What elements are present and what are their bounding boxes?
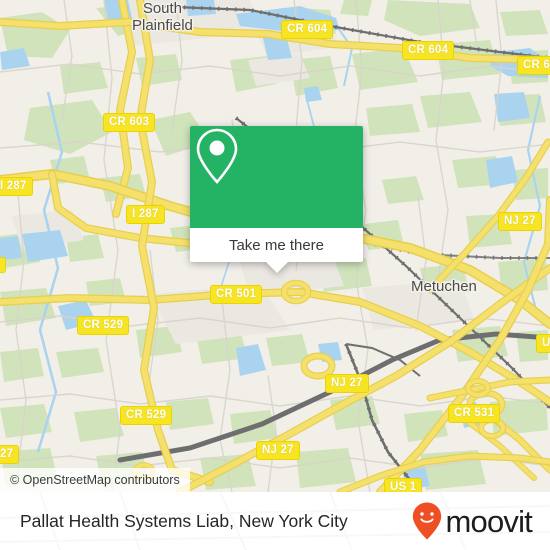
page-title: Pallat Health Systems Liab, New York Cit…	[20, 510, 348, 531]
map-pin-icon	[196, 128, 238, 184]
road-shield-blank	[0, 257, 6, 273]
road-shield-27-left: 27	[0, 445, 20, 464]
road-shield-i-287-1: I 287	[0, 177, 33, 196]
road-shield-cr-604-1: CR 604	[281, 20, 334, 39]
moovit-wordmark: moovit	[445, 503, 532, 539]
attribution-text: © OpenStreetMap contributors	[10, 473, 180, 487]
road-shield-cr-531: CR 531	[448, 404, 501, 423]
road-shield-nj-27-2: NJ 27	[325, 374, 369, 393]
road-shield-us-1: US 1	[384, 478, 423, 492]
take-me-there-button[interactable]: Take me there	[190, 228, 363, 262]
popup-pin-area	[190, 126, 363, 228]
take-me-there-label: Take me there	[228, 236, 325, 254]
road-shield-cr-529-2: CR 529	[120, 406, 173, 425]
destination-popup-card[interactable]: Take me there	[190, 126, 363, 273]
footer-bar: Pallat Health Systems Liab, New York Cit…	[0, 492, 550, 550]
road-shield-nj-27-3: NJ 27	[256, 441, 300, 460]
moovit-pin-icon	[413, 502, 442, 540]
moovit-logo[interactable]: moovit	[412, 502, 533, 540]
place-label-metuchen: Metuchen	[411, 278, 477, 295]
road-shield-cr-501: CR 501	[210, 285, 263, 304]
popup-tail-arrow	[265, 262, 288, 273]
place-label-south-plainfield: South Plainfield	[132, 0, 193, 34]
road-shield-nj-27-1: NJ 27	[498, 212, 542, 231]
road-shield-cr-529-1: CR 529	[77, 316, 130, 335]
place-label-line1: South	[142, 0, 183, 17]
road-shield-cr-604-3: CR 60	[517, 56, 550, 75]
road-shield-cr-604-2: CR 604	[402, 41, 455, 60]
road-shield-cr-603: CR 603	[103, 113, 156, 132]
map-attribution-bar: © OpenStreetMap contributors	[0, 468, 190, 492]
road-shield-us-1-right: U	[536, 334, 550, 353]
moovit-map-screenshot: .wood{fill:#cfe3b8;} .resid{fill:#ebe8e2…	[0, 0, 550, 550]
map-canvas[interactable]: .wood{fill:#cfe3b8;} .resid{fill:#ebe8e2…	[0, 0, 550, 492]
road-shield-i-287-2: I 287	[126, 205, 165, 224]
place-label-line2: Plainfield	[132, 17, 193, 34]
